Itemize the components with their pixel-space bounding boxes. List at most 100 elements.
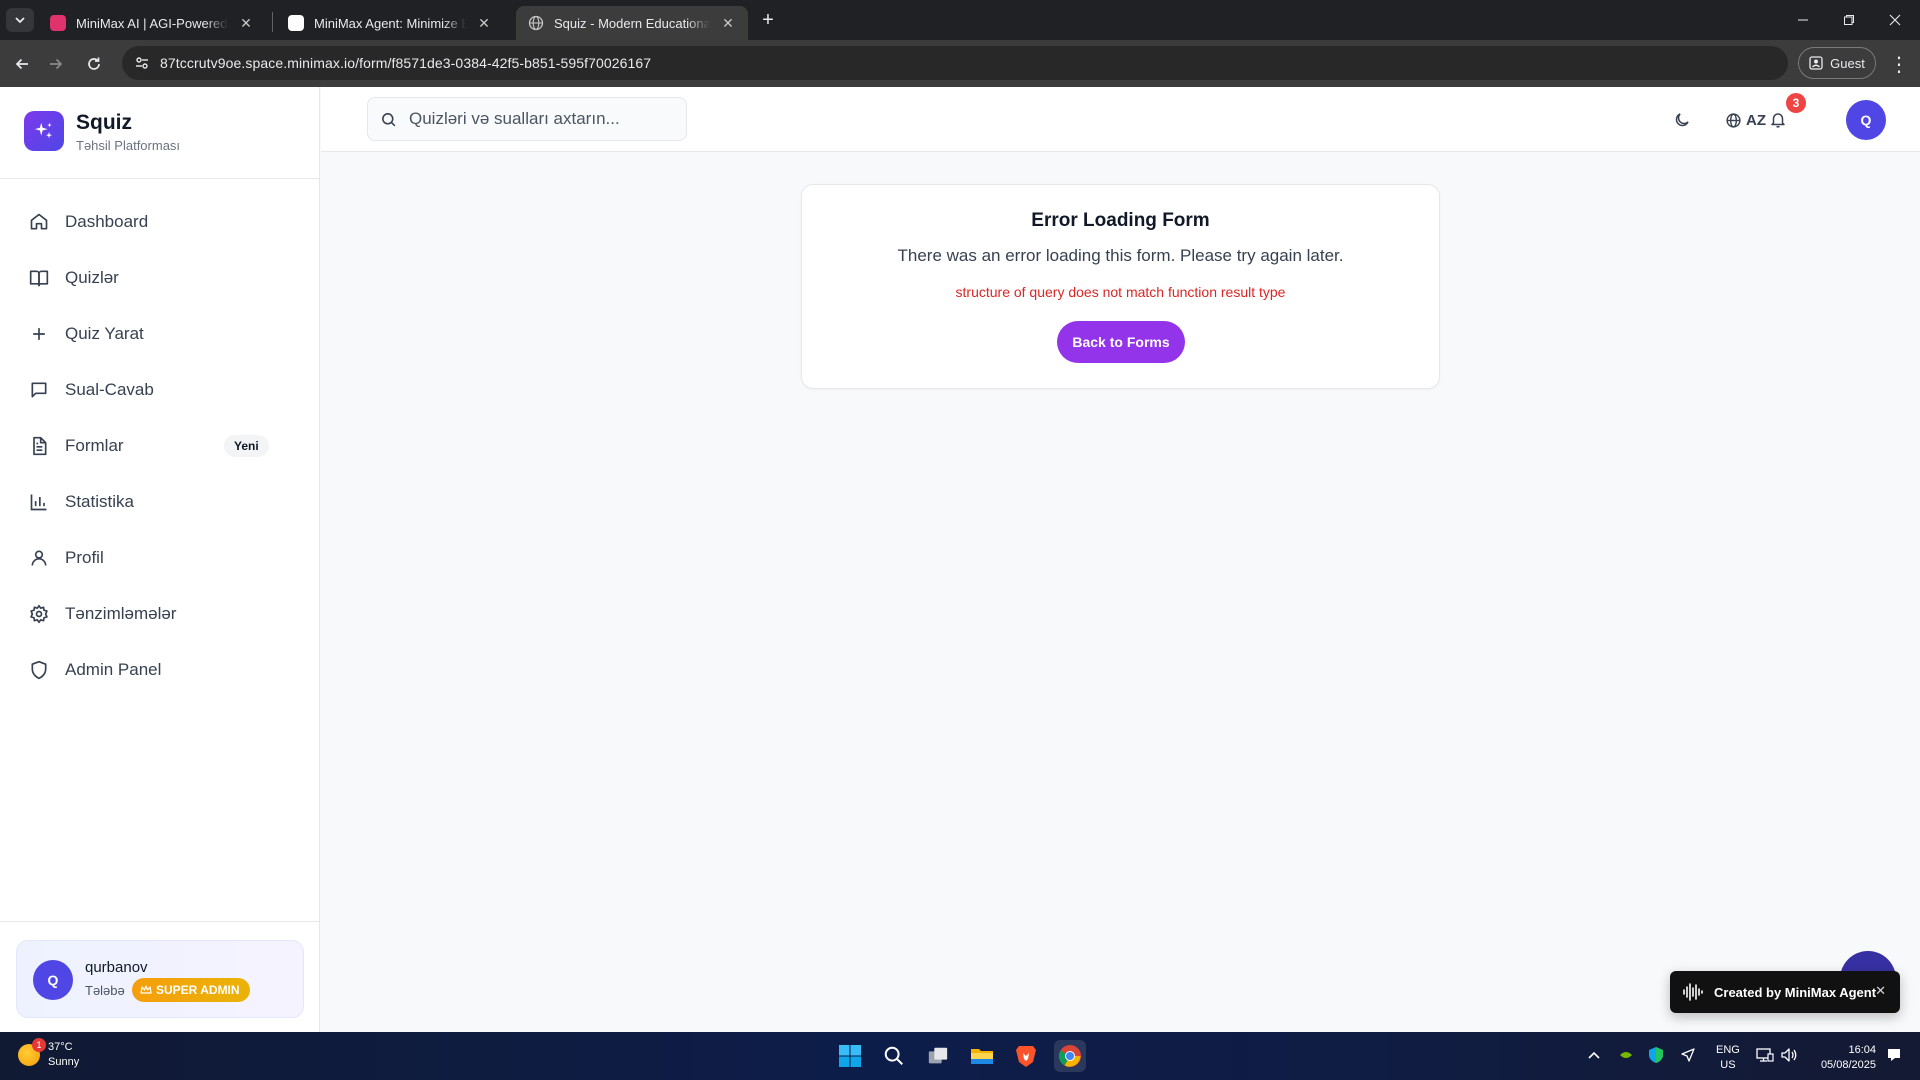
restore-window-icon[interactable]	[1826, 0, 1872, 40]
top-bar: AZ 3 Q	[321, 87, 1920, 152]
sidebar: Squiz Təhsil Platforması Dashboard Quizl…	[0, 87, 320, 1032]
toast-label: Created by MiniMax Agent	[1714, 984, 1877, 1000]
browser-menu-icon[interactable]: ⋮	[1886, 50, 1912, 78]
sidebar-item-profil[interactable]: Profil	[16, 530, 304, 586]
globe-favicon-icon	[528, 15, 544, 31]
arrow-left-icon	[15, 58, 28, 70]
volume-icon[interactable]	[1778, 1045, 1800, 1065]
clock-date: 05/08/2025	[1820, 1059, 1876, 1071]
tab-title: Squiz - Modern Educational Pla	[554, 15, 710, 31]
brand-subtitle: Təhsil Platforması	[76, 138, 181, 153]
search-taskbar-icon[interactable]	[878, 1040, 910, 1072]
security-shield-icon[interactable]	[1646, 1045, 1666, 1065]
browser-tab-minimax-ai[interactable]: MiniMax AI | AGI-Powered Fo ✕	[38, 6, 266, 40]
sidebar-item-quizler[interactable]: Quizlər	[16, 250, 304, 306]
sidebar-nav: Dashboard Quizlər Quiz Yarat Sual-Cavab …	[16, 194, 304, 698]
plus-icon	[28, 323, 50, 345]
tab-title: MiniMax Agent: Minimize Effort	[314, 15, 466, 31]
minimize-window-icon[interactable]	[1780, 0, 1826, 40]
sidebar-item-tenzimlemeler[interactable]: Tənzimləmələr	[16, 586, 304, 642]
book-icon	[28, 267, 50, 289]
error-message: There was an error loading this form. Pl…	[897, 246, 1344, 265]
windows-start-icon[interactable]	[834, 1040, 866, 1072]
tab-title: MiniMax AI | AGI-Powered Fo	[76, 15, 228, 31]
notification-center-icon[interactable]	[1884, 1045, 1904, 1065]
back-to-forms-button[interactable]: Back to Forms	[1057, 321, 1185, 363]
sparkles-logo-icon	[24, 111, 64, 151]
input-language-indicator[interactable]: ENG US	[1716, 1043, 1740, 1073]
close-tab-icon[interactable]: ✕	[720, 15, 736, 31]
sidebar-item-label: Statistika	[65, 492, 134, 511]
browser-tab-minimax-agent[interactable]: MiniMax Agent: Minimize Effort ✕	[276, 6, 504, 40]
user-card[interactable]: Q qurbanov Tələbə SUPER ADMIN	[16, 940, 304, 1018]
sidebar-footer: Q qurbanov Tələbə SUPER ADMIN	[0, 921, 320, 1032]
browser-tab-squiz[interactable]: Squiz - Modern Educational Pla ✕	[516, 6, 748, 40]
chrome-icon[interactable]	[1054, 1040, 1086, 1072]
user-avatar-button[interactable]: Q	[1846, 100, 1886, 140]
sidebar-item-dashboard[interactable]: Dashboard	[16, 194, 304, 250]
clock-time: 16:04	[1848, 1044, 1876, 1056]
address-bar[interactable]: 87tccrutv9oe.space.minimax.io/form/f8571…	[122, 46, 1788, 80]
file-explorer-icon[interactable]	[966, 1040, 998, 1072]
notifications-button[interactable]	[1765, 105, 1791, 135]
minimax-agent-toast[interactable]: Created by MiniMax Agent ✕	[1670, 971, 1900, 1013]
language-switcher[interactable]: AZ	[1725, 105, 1766, 135]
super-admin-badge: SUPER ADMIN	[132, 978, 250, 1002]
close-tab-icon[interactable]: ✕	[476, 15, 492, 31]
forward-button[interactable]	[42, 50, 70, 78]
sidebar-item-quiz-yarat[interactable]: Quiz Yarat	[16, 306, 304, 362]
sidebar-item-label: Formlar	[65, 436, 124, 455]
bar-chart-icon	[28, 491, 50, 513]
bell-icon	[1771, 113, 1785, 128]
system-clock[interactable]: 16:04 05/08/2025	[1808, 1043, 1876, 1073]
browser-toolbar: 87tccrutv9oe.space.minimax.io/form/f8571…	[0, 40, 1920, 87]
nvidia-icon[interactable]	[1616, 1045, 1636, 1065]
chevron-up-icon[interactable]	[1586, 1045, 1602, 1065]
user-role: Tələbə	[85, 983, 125, 998]
globe-icon	[1726, 112, 1741, 128]
new-tab-button[interactable]: +	[756, 8, 780, 32]
weather-widget[interactable]: 1 37°C Sunny	[18, 1038, 80, 1070]
weather-condition: Sunny	[48, 1056, 80, 1068]
close-window-icon[interactable]	[1872, 0, 1918, 40]
user-icon	[28, 547, 50, 569]
site-info-icon[interactable]	[134, 55, 150, 71]
sidebar-item-label: Quizlər	[65, 268, 119, 287]
search-input[interactable]	[409, 109, 669, 129]
error-title: Error Loading Form	[1031, 210, 1210, 231]
sidebar-item-sual-cavab[interactable]: Sual-Cavab	[16, 362, 304, 418]
search-box[interactable]	[367, 97, 687, 141]
task-view-icon[interactable]	[922, 1040, 954, 1072]
message-icon	[28, 379, 50, 401]
profile-button[interactable]: Guest	[1798, 47, 1876, 79]
chevron-down-icon	[15, 17, 25, 24]
sidebar-item-label: Sual-Cavab	[65, 380, 154, 399]
brand-name: Squiz	[76, 111, 132, 134]
reload-icon	[88, 57, 100, 70]
file-text-icon	[28, 435, 50, 457]
sidebar-item-formlar[interactable]: Formlar Yeni	[16, 418, 304, 474]
close-toast-icon[interactable]: ✕	[1875, 983, 1886, 999]
home-icon	[28, 211, 50, 233]
app-root: Squiz Təhsil Platforması Dashboard Quizl…	[0, 87, 1920, 1032]
minimax-agent-favicon-icon	[288, 15, 304, 31]
reload-button[interactable]	[80, 50, 108, 78]
arrow-right-icon	[50, 58, 63, 70]
sound-wave-icon	[1683, 983, 1703, 1001]
close-tab-icon[interactable]: ✕	[238, 15, 254, 31]
sidebar-item-label: Dashboard	[65, 212, 149, 231]
sidebar-item-admin-panel[interactable]: Admin Panel	[16, 642, 304, 698]
tab-divider	[272, 12, 273, 32]
sidebar-item-label: Tənzimləmələr	[65, 604, 177, 623]
language-line1: ENG	[1716, 1044, 1740, 1056]
network-icon[interactable]	[1754, 1045, 1776, 1065]
language-label: AZ	[1746, 111, 1766, 129]
dark-mode-toggle[interactable]	[1669, 105, 1695, 135]
sidebar-item-statistika[interactable]: Statistika	[16, 474, 304, 530]
url-text: 87tccrutv9oe.space.minimax.io/form/f8571…	[160, 55, 652, 71]
brave-browser-icon[interactable]	[1010, 1040, 1042, 1072]
back-button[interactable]	[8, 50, 36, 78]
location-arrow-icon[interactable]	[1678, 1045, 1698, 1065]
tab-search-button[interactable]	[6, 8, 34, 32]
new-badge: Yeni	[224, 435, 269, 457]
